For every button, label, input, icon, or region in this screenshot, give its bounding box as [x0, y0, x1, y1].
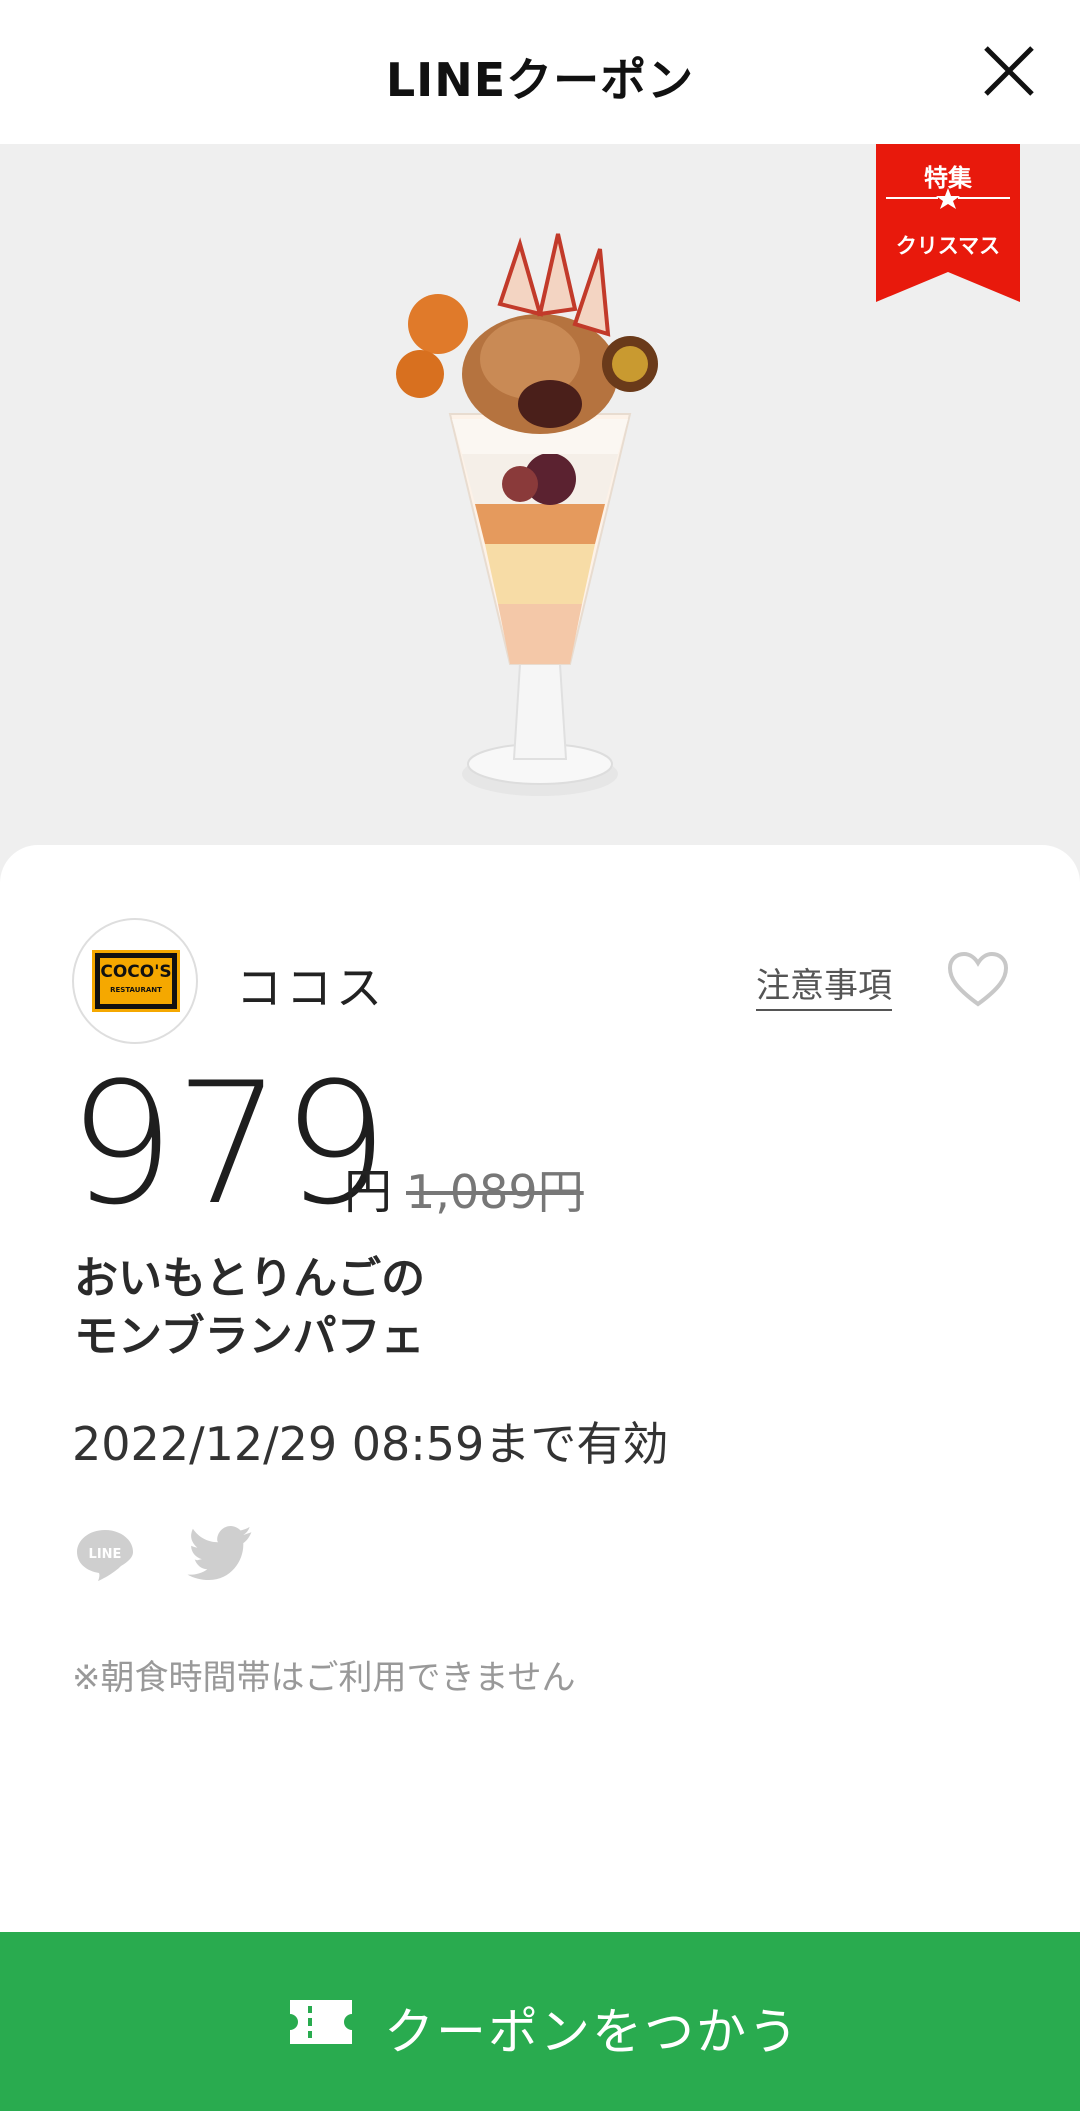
- disclaimer-text: ※朝食時間帯はご利用できません: [72, 1658, 576, 1698]
- twitter-share-icon[interactable]: [186, 1526, 254, 1584]
- product-name-line1: おいもとりんごの: [74, 1253, 426, 1304]
- line-share-icon[interactable]: LINE: [74, 1526, 136, 1582]
- use-coupon-button[interactable]: クーポンをつかう: [0, 1932, 1080, 2111]
- badge-label-top: 特集: [924, 164, 972, 192]
- parfait-image: [396, 233, 658, 796]
- use-coupon-label: クーポンをつかう: [384, 2003, 800, 2061]
- app-title: LINEクーポン: [385, 53, 695, 107]
- close-icon[interactable]: [980, 42, 1038, 100]
- original-price: 1,089円: [406, 1165, 584, 1219]
- notes-link[interactable]: 注意事項: [756, 958, 892, 1011]
- ticket-icon: [290, 2000, 352, 2044]
- product-name-line2: モンブランパフェ: [74, 1311, 425, 1362]
- svg-text:LINE: LINE: [89, 1547, 122, 1562]
- shop-logo: COCO'S RESTAURANT: [72, 918, 198, 1044]
- logo-text: COCO'S: [100, 962, 172, 982]
- feature-badge: 特集 クリスマス: [876, 144, 1020, 302]
- validity-text: 2022/12/29 08:59まで有効: [72, 1417, 669, 1471]
- discount-price: 979: [68, 1046, 389, 1242]
- price-unit: 円: [344, 1164, 393, 1220]
- logo-subtext: RESTAURANT: [110, 986, 162, 994]
- heart-icon[interactable]: [946, 950, 1010, 1008]
- header-bar: LINEクーポン: [0, 0, 1080, 144]
- shop-name: ココス: [236, 961, 386, 1015]
- badge-label-bottom: クリスマス: [895, 234, 1001, 258]
- product-name: おいもとりんごの モンブランパフェ: [74, 1250, 834, 1366]
